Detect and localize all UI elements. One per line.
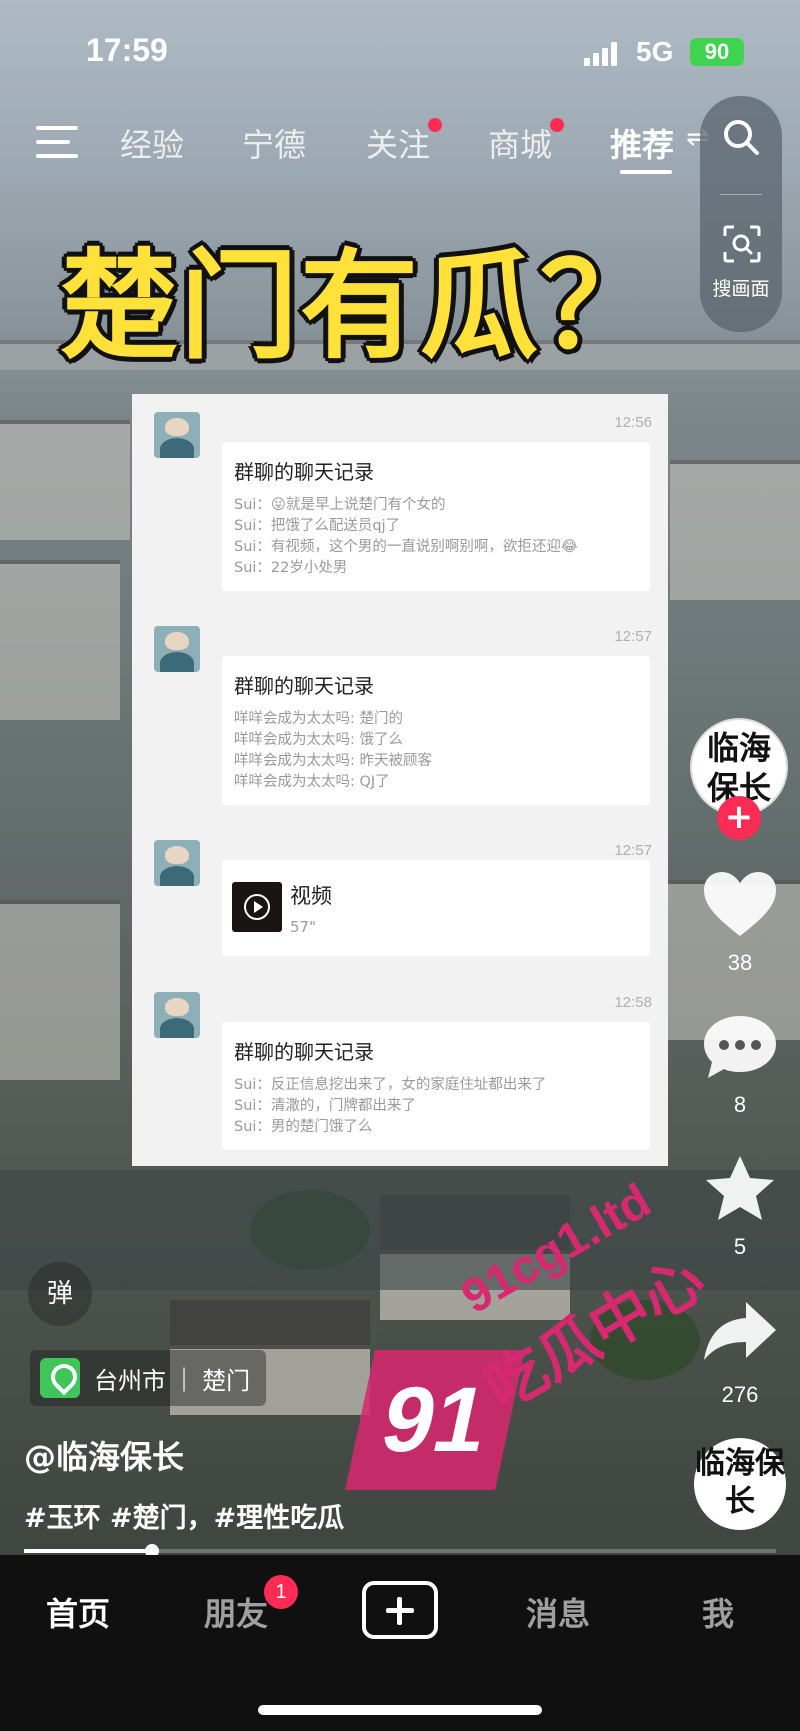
nav-messages[interactable]: 消息 [526, 1589, 590, 1635]
notification-dot [550, 118, 565, 132]
chat-record-bubble: 群聊的聊天记录 Sui：反正信息挖出来了，女的家庭住址都出来了 Sui：清潵的，… [222, 1022, 650, 1150]
notification-dot [428, 118, 443, 132]
menu-icon[interactable] [36, 126, 78, 160]
tab-ningde[interactable]: 宁德 [242, 120, 306, 166]
building [0, 560, 120, 720]
location-tag[interactable]: 台州市 | 楚门 [30, 1350, 267, 1406]
progress-fill [24, 1549, 152, 1553]
active-tab-indicator [620, 170, 672, 174]
home-indicator [258, 1705, 542, 1715]
location-place: 楚门 [202, 1366, 251, 1395]
record-title: 群聊的聊天记录 [234, 674, 374, 698]
status-bar: 17:59 5G 90 [0, 0, 800, 100]
play-icon [244, 894, 270, 920]
record-line: 咩咩会成为太太吗: 楚门的 [234, 711, 403, 727]
divider [720, 194, 762, 195]
avatar [154, 412, 200, 458]
video-message-bubble: 视频 57" [222, 860, 650, 956]
building [0, 420, 130, 540]
top-nav: 经验 宁德 关注 商城 推荐 ⇌ [0, 108, 800, 178]
roof [170, 1300, 370, 1350]
building [670, 460, 800, 600]
like-icon[interactable] [700, 870, 780, 940]
record-line: Sui：清潵的，门牌都出来了 [234, 1098, 416, 1114]
hashtags[interactable]: #玉环 #楚门，#理性吃瓜 [24, 1496, 344, 1535]
avatar [154, 626, 200, 672]
record-line: Sui：😜就是早上说楚门有个女的 [234, 497, 446, 513]
search-icon[interactable] [722, 118, 760, 156]
building [0, 900, 120, 1080]
location-pin-icon [40, 1358, 80, 1398]
comment-icon[interactable] [700, 1012, 780, 1082]
location-city: 台州市 [94, 1366, 166, 1395]
record-line: Sui：男的楚门饿了么 [234, 1119, 373, 1135]
nav-me[interactable]: 我 [702, 1589, 734, 1635]
like-count: 38 [727, 950, 753, 975]
video-message-label: 视频 [290, 884, 332, 908]
chat-record-bubble: 群聊的聊天记录 Sui：😜就是早上说楚门有个女的 Sui：把饿了么配送员qj了 … [222, 442, 650, 591]
video-thumbnail [232, 882, 282, 932]
video-headline: 楚门有瓜？ [60, 237, 661, 375]
tab-following[interactable]: 关注 [366, 118, 443, 166]
friends-badge: 1 [264, 1575, 298, 1609]
location-separator: | [180, 1364, 189, 1392]
screen-search-label[interactable]: 搜画面 [700, 274, 782, 301]
signal-icon [584, 42, 620, 66]
record-line: Sui：22岁小处男 [234, 560, 348, 576]
follow-button[interactable]: + [717, 796, 761, 840]
avatar [154, 840, 200, 886]
record-line: Sui：有视频，这个男的一直说别啊别啊，欲拒还迎😂 [234, 539, 578, 555]
bottom-nav: 首页 朋友 1 消息 我 [0, 1555, 800, 1731]
video-progress-bar[interactable] [24, 1544, 776, 1558]
record-line: 咩咩会成为太太吗: 昨天被顾客 [234, 753, 432, 769]
tab-experience[interactable]: 经验 [120, 120, 184, 166]
avatar [154, 992, 200, 1038]
nav-friends[interactable]: 朋友 [204, 1589, 268, 1635]
danmu-toggle[interactable]: 弹 [28, 1262, 92, 1326]
screen-search-icon[interactable] [722, 224, 762, 264]
search-panel: 搜画面 [700, 96, 782, 332]
message-time: 12:56 [614, 414, 652, 431]
record-line: 咩咩会成为太太吗: 饿了么 [234, 732, 403, 748]
author-name[interactable]: @临海保长 [24, 1432, 184, 1478]
message-time: 12:57 [614, 628, 652, 645]
chat-record-bubble: 群聊的聊天记录 咩咩会成为太太吗: 楚门的 咩咩会成为太太吗: 饿了么 咩咩会成… [222, 656, 650, 805]
nav-home[interactable]: 首页 [46, 1589, 110, 1635]
clock: 17:59 [86, 32, 168, 68]
message-time: 12:58 [614, 994, 652, 1011]
record-line: 咩咩会成为太太吗: QJ了 [234, 774, 390, 790]
record-title: 群聊的聊天记录 [234, 460, 374, 484]
network-type: 5G [636, 36, 674, 67]
tab-recommend[interactable]: 推荐 [610, 120, 674, 166]
record-title: 群聊的聊天记录 [234, 1040, 374, 1064]
create-button[interactable] [362, 1581, 438, 1639]
tab-mall[interactable]: 商城 [488, 118, 565, 166]
chat-screenshot: 12:56 群聊的聊天记录 Sui：😜就是早上说楚门有个女的 Sui：把饿了么配… [132, 394, 668, 1166]
record-line: Sui：把饿了么配送员qj了 [234, 518, 401, 534]
record-line: Sui：反正信息挖出来了，女的家庭住址都出来了 [234, 1077, 547, 1093]
message-time: 12:57 [614, 842, 652, 859]
watermark: 91 91cg1.ltd 吃瓜中心 [345, 1160, 780, 1520]
comment-count: 8 [733, 1092, 747, 1117]
battery-icon: 90 [690, 38, 744, 66]
video-duration: 57" [290, 918, 316, 936]
danmu-label: 弹 [46, 1279, 73, 1309]
